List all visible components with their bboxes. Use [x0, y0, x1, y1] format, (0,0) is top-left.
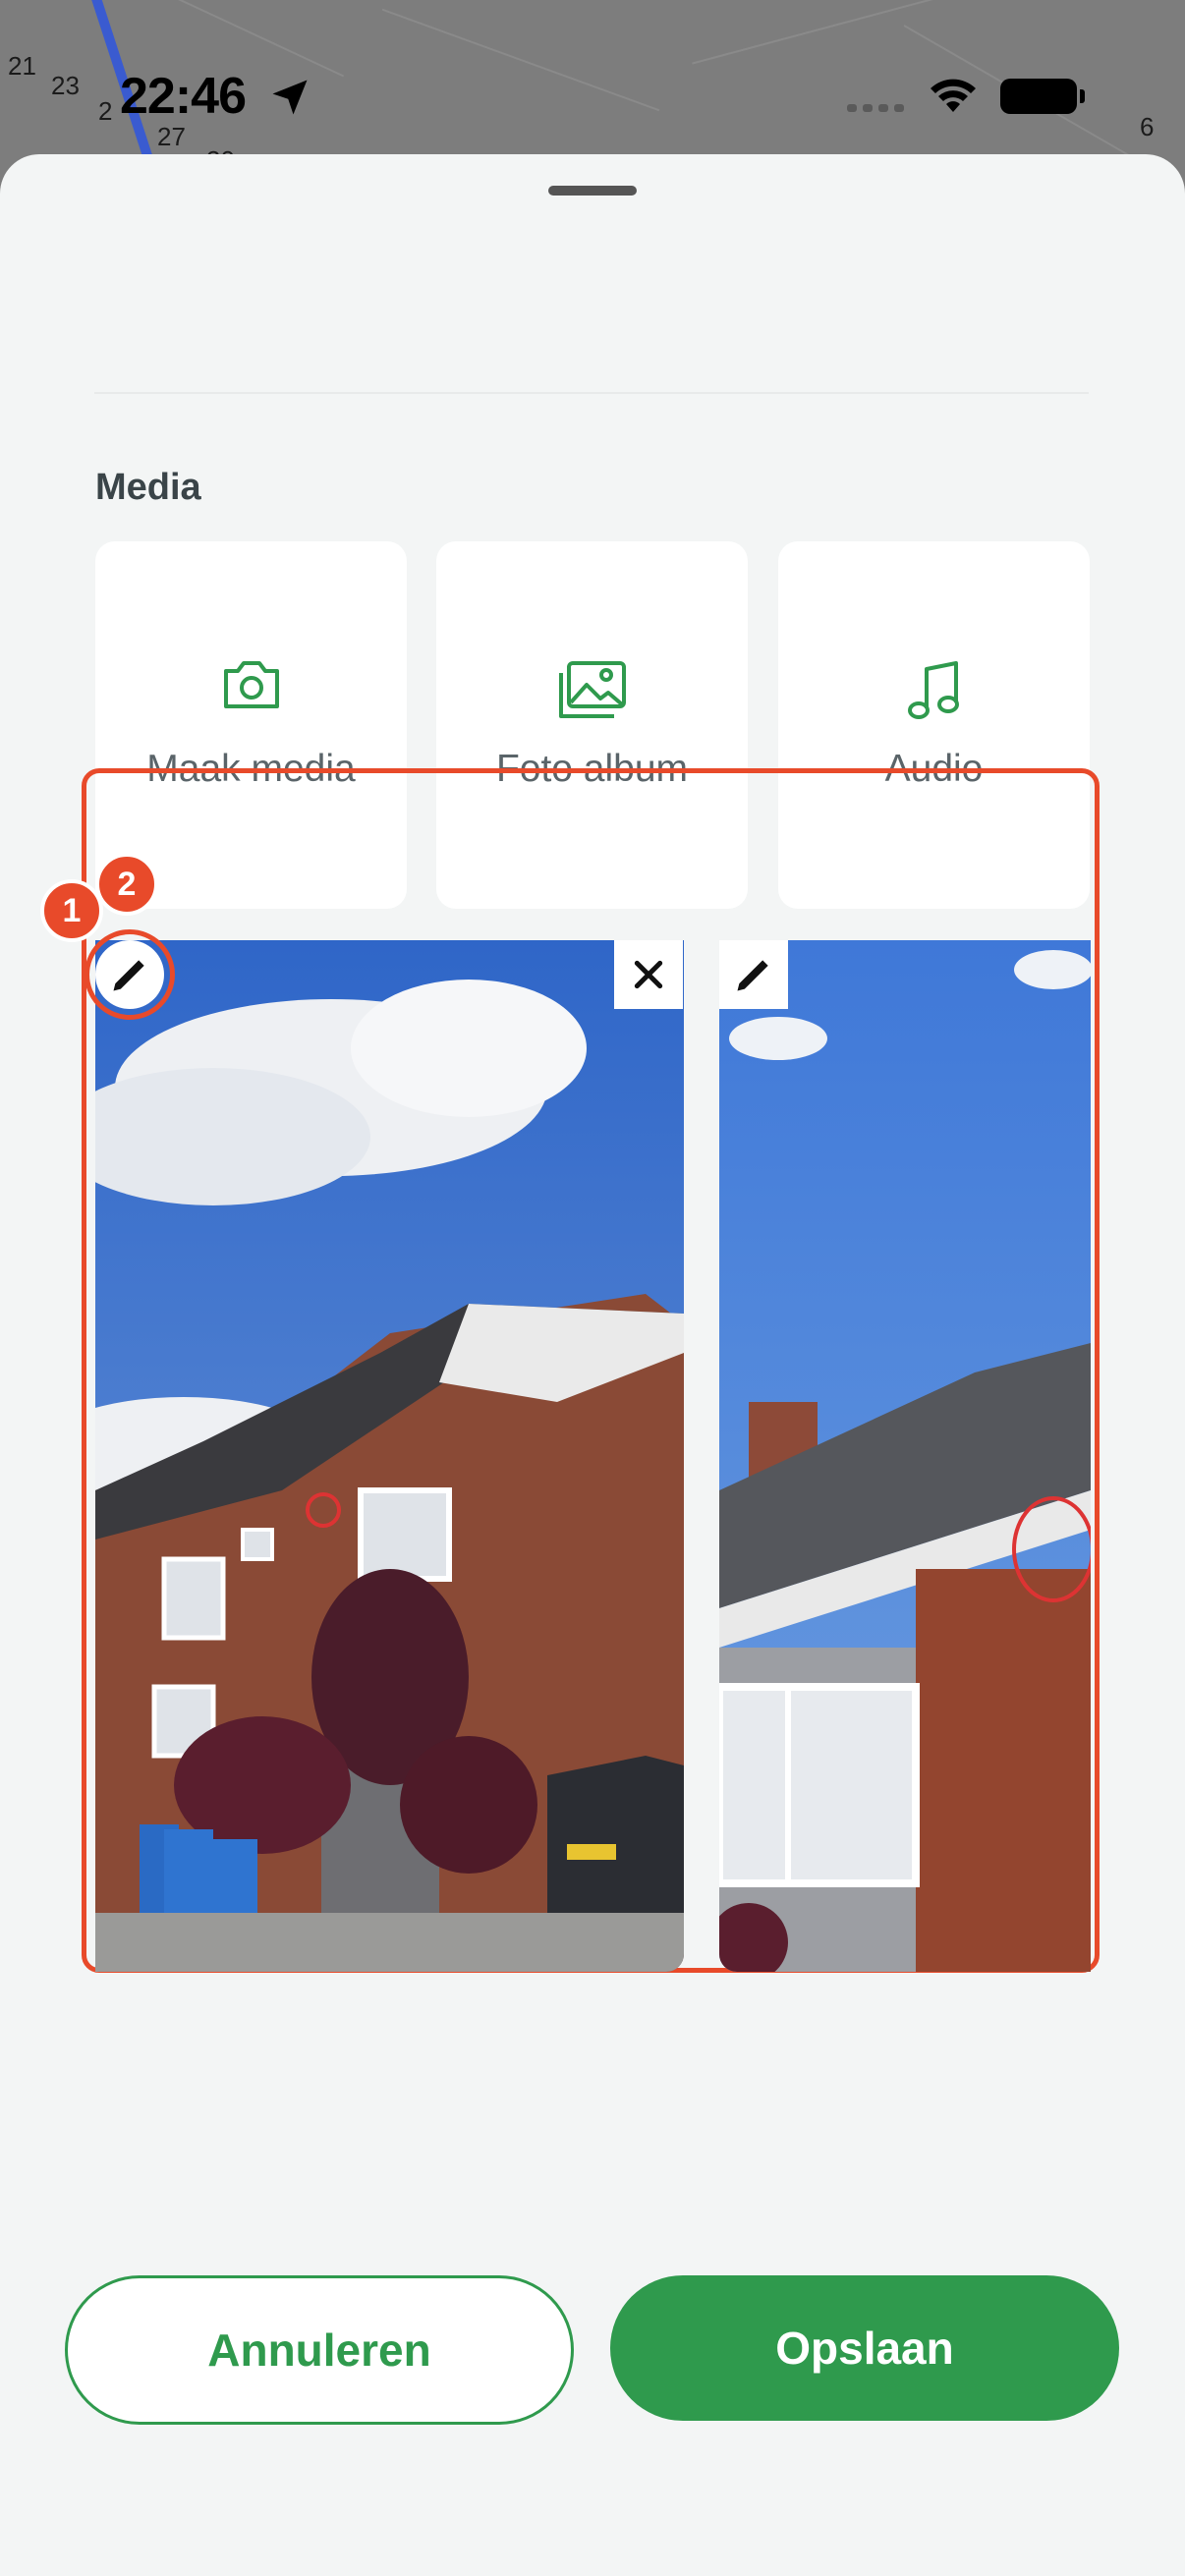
map-label: 23: [51, 71, 80, 100]
house-photo-1: [95, 940, 684, 1972]
media-thumbnail-1[interactable]: [95, 940, 684, 1972]
location-arrow-icon: [272, 80, 308, 115]
music-note-icon: [907, 661, 959, 719]
cellular-signal-icon: [847, 104, 904, 112]
camera-icon: [223, 661, 279, 708]
media-section-title: Media: [95, 467, 201, 508]
save-button[interactable]: Opslaan: [610, 2275, 1119, 2421]
map-label: 27: [157, 122, 186, 151]
pencil-icon: [737, 960, 768, 991]
cancel-button[interactable]: Annuleren: [65, 2275, 574, 2425]
remove-media-1-button[interactable]: [614, 940, 683, 1009]
house-photo-2: [719, 940, 1091, 1972]
annotation-badge-2: 2: [95, 853, 158, 916]
edit-media-1-button[interactable]: [95, 940, 164, 1009]
sheet-grabber[interactable]: [548, 186, 637, 196]
photo-album-icon: [558, 661, 626, 718]
edit-media-2-button[interactable]: [719, 940, 788, 1009]
annotation-badge-1: 1: [40, 879, 103, 942]
map-label: 21: [8, 51, 36, 81]
divider: [94, 392, 1089, 394]
status-time: 22:46: [120, 68, 247, 125]
wifi-icon: [931, 79, 976, 112]
media-thumbnail-2[interactable]: [719, 940, 1091, 1972]
map-label: 6: [1140, 112, 1155, 141]
battery-icon: [1000, 79, 1085, 114]
pencil-icon: [113, 960, 144, 991]
close-icon: [634, 960, 663, 989]
map-label: 2: [98, 96, 113, 126]
